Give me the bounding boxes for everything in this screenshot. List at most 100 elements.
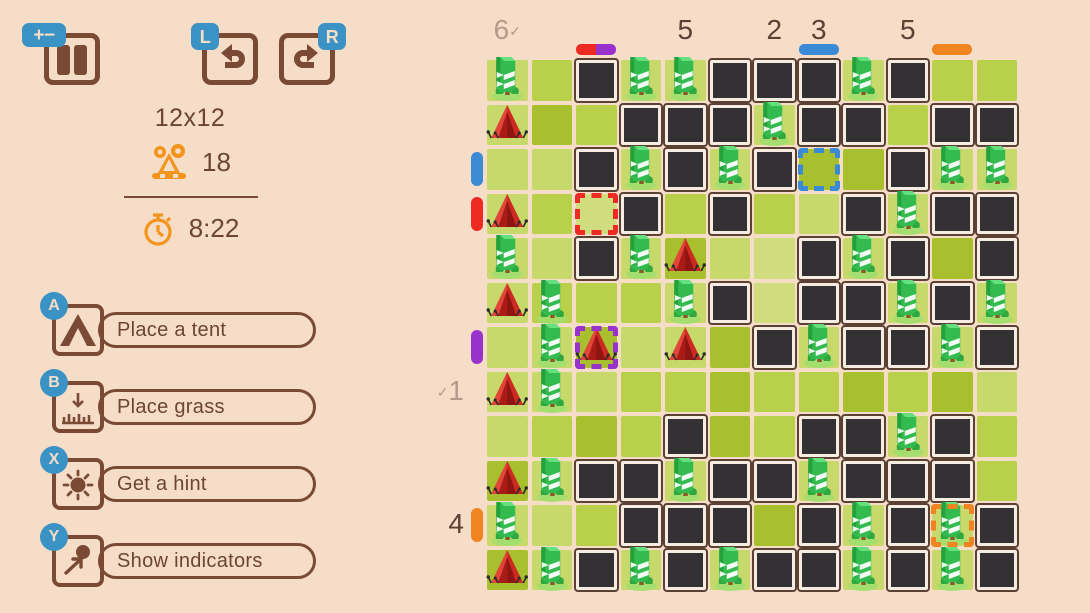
grid-cell-r1-c8[interactable] (797, 58, 842, 103)
grid-cell-r12-c10[interactable] (886, 548, 931, 593)
grid-cell-r3-c7[interactable] (752, 147, 797, 192)
grid-cell-r2-c1[interactable] (485, 103, 530, 148)
grid-cell-r9-c12[interactable] (975, 414, 1020, 459)
grid-cell-r5-c8[interactable] (797, 236, 842, 281)
grid-cell-r8-c2[interactable] (530, 368, 575, 415)
grid-cell-r9-c6[interactable] (708, 414, 753, 459)
grid-cell-r3-c6[interactable] (708, 146, 753, 192)
grid-cell-r3-c9[interactable] (841, 147, 886, 192)
grid-cell-r3-c8[interactable] (797, 147, 842, 192)
grid-cell-r7-c8[interactable] (797, 324, 842, 370)
grid-cell-r7-c3[interactable] (574, 325, 619, 370)
grid-cell-r1-c12[interactable] (975, 58, 1020, 103)
grid-cell-r3-c3[interactable] (574, 147, 619, 192)
grid-cell-r10-c5[interactable] (663, 457, 708, 504)
grid-cell-r11-c7[interactable] (752, 503, 797, 548)
grid-cell-r9-c10[interactable] (886, 413, 931, 459)
grid-cell-r1-c3[interactable] (574, 58, 619, 103)
grid-cell-r1-c2[interactable] (530, 58, 575, 103)
grid-cell-r11-c10[interactable] (886, 503, 931, 548)
grid-cell-r4-c3[interactable] (574, 192, 619, 237)
grid-cell-r1-c6[interactable] (708, 58, 753, 103)
grid-cell-r8-c1[interactable] (485, 370, 530, 415)
grid-cell-r2-c5[interactable] (663, 103, 708, 148)
grid-cell-r12-c6[interactable] (708, 546, 753, 593)
grid-cell-r5-c3[interactable] (574, 236, 619, 281)
grid-cell-r3-c11[interactable] (930, 146, 975, 192)
grid-cell-r10-c3[interactable] (574, 459, 619, 504)
grid-cell-r11-c12[interactable] (975, 503, 1020, 548)
grid-cell-r2-c3[interactable] (574, 103, 619, 148)
grid-cell-r10-c12[interactable] (975, 459, 1020, 504)
grid-cell-r10-c2[interactable] (530, 457, 575, 504)
grid-cell-r4-c12[interactable] (975, 192, 1020, 237)
grid-cell-r2-c2[interactable] (530, 103, 575, 148)
grid-cell-r5-c9[interactable] (841, 235, 886, 281)
grid-cell-r7-c5[interactable] (663, 325, 708, 370)
grid-cell-r12-c5[interactable] (663, 548, 708, 593)
grid-cell-r1-c5[interactable] (663, 57, 708, 103)
grid-cell-r7-c4[interactable] (619, 325, 664, 370)
grid-cell-r6-c4[interactable] (619, 281, 664, 326)
grid-cell-r9-c3[interactable] (574, 414, 619, 459)
grid-cell-r9-c4[interactable] (619, 414, 664, 459)
grid-cell-r12-c3[interactable] (574, 548, 619, 593)
grid-cell-r6-c10[interactable] (886, 279, 931, 326)
grid-cell-r1-c4[interactable] (619, 57, 664, 103)
grid-cell-r12-c7[interactable] (752, 548, 797, 593)
grid-cell-r3-c5[interactable] (663, 147, 708, 192)
grid-cell-r8-c5[interactable] (663, 370, 708, 415)
action-pill-place-tent[interactable]: Place a tent (98, 312, 316, 348)
grid-cell-r8-c8[interactable] (797, 370, 842, 415)
grid-cell-r4-c6[interactable] (708, 192, 753, 237)
grid-cell-r9-c11[interactable] (930, 414, 975, 459)
grid-cell-r12-c11[interactable] (930, 546, 975, 593)
grid-cell-r12-c1[interactable] (485, 548, 530, 593)
grid-cell-r12-c9[interactable] (841, 546, 886, 593)
grid-cell-r10-c10[interactable] (886, 459, 931, 504)
grid-cell-r1-c9[interactable] (841, 57, 886, 103)
grid-cell-r5-c4[interactable] (619, 235, 664, 281)
grid-cell-r8-c9[interactable] (841, 370, 886, 415)
grid-cell-r1-c10[interactable] (886, 58, 931, 103)
grid-cell-r10-c8[interactable] (797, 457, 842, 504)
grid-cell-r12-c12[interactable] (975, 548, 1020, 593)
grid-cell-r9-c7[interactable] (752, 414, 797, 459)
grid-cell-r2-c8[interactable] (797, 103, 842, 148)
action-place-grass[interactable]: B Place grass (40, 369, 338, 436)
action-get-hint[interactable]: X Get a hint (40, 446, 338, 513)
grid-cell-r12-c2[interactable] (530, 546, 575, 593)
grid-cell-r9-c9[interactable] (841, 414, 886, 459)
grid-cell-r10-c4[interactable] (619, 459, 664, 504)
grid-cell-r11-c3[interactable] (574, 503, 619, 548)
action-pill-show-indicators[interactable]: Show indicators (98, 543, 316, 579)
grid-cell-r8-c11[interactable] (930, 370, 975, 415)
grid-cell-r6-c9[interactable] (841, 281, 886, 326)
grid-cell-r5-c11[interactable] (930, 236, 975, 281)
puzzle-board[interactable] (485, 57, 1020, 593)
grid-cell-r4-c11[interactable] (930, 192, 975, 237)
grid-cell-r7-c7[interactable] (752, 325, 797, 370)
grid-cell-r6-c7[interactable] (752, 281, 797, 326)
grid-cell-r2-c7[interactable] (752, 101, 797, 148)
action-place-tent[interactable]: A Place a tent (40, 292, 338, 359)
grid-cell-r3-c4[interactable] (619, 146, 664, 192)
grid-cell-r1-c11[interactable] (930, 58, 975, 103)
action-pill-get-hint[interactable]: Get a hint (98, 466, 316, 502)
grid-cell-r8-c4[interactable] (619, 370, 664, 415)
grid-cell-r6-c1[interactable] (485, 281, 530, 326)
grid-cell-r5-c6[interactable] (708, 236, 753, 281)
grid-cell-r7-c12[interactable] (975, 325, 1020, 370)
grid-cell-r7-c6[interactable] (708, 325, 753, 370)
grid-cell-r7-c10[interactable] (886, 325, 931, 370)
grid-cell-r7-c9[interactable] (841, 325, 886, 370)
grid-cell-r11-c5[interactable] (663, 503, 708, 548)
action-show-indicators[interactable]: Y Show indicators (40, 523, 338, 590)
grid-cell-r4-c10[interactable] (886, 190, 931, 237)
grid-cell-r8-c7[interactable] (752, 370, 797, 415)
grid-cell-r10-c6[interactable] (708, 459, 753, 504)
grid-cell-r8-c12[interactable] (975, 370, 1020, 415)
grid-cell-r5-c7[interactable] (752, 236, 797, 281)
grid-cell-r4-c7[interactable] (752, 192, 797, 237)
grid-cell-r8-c3[interactable] (574, 370, 619, 415)
